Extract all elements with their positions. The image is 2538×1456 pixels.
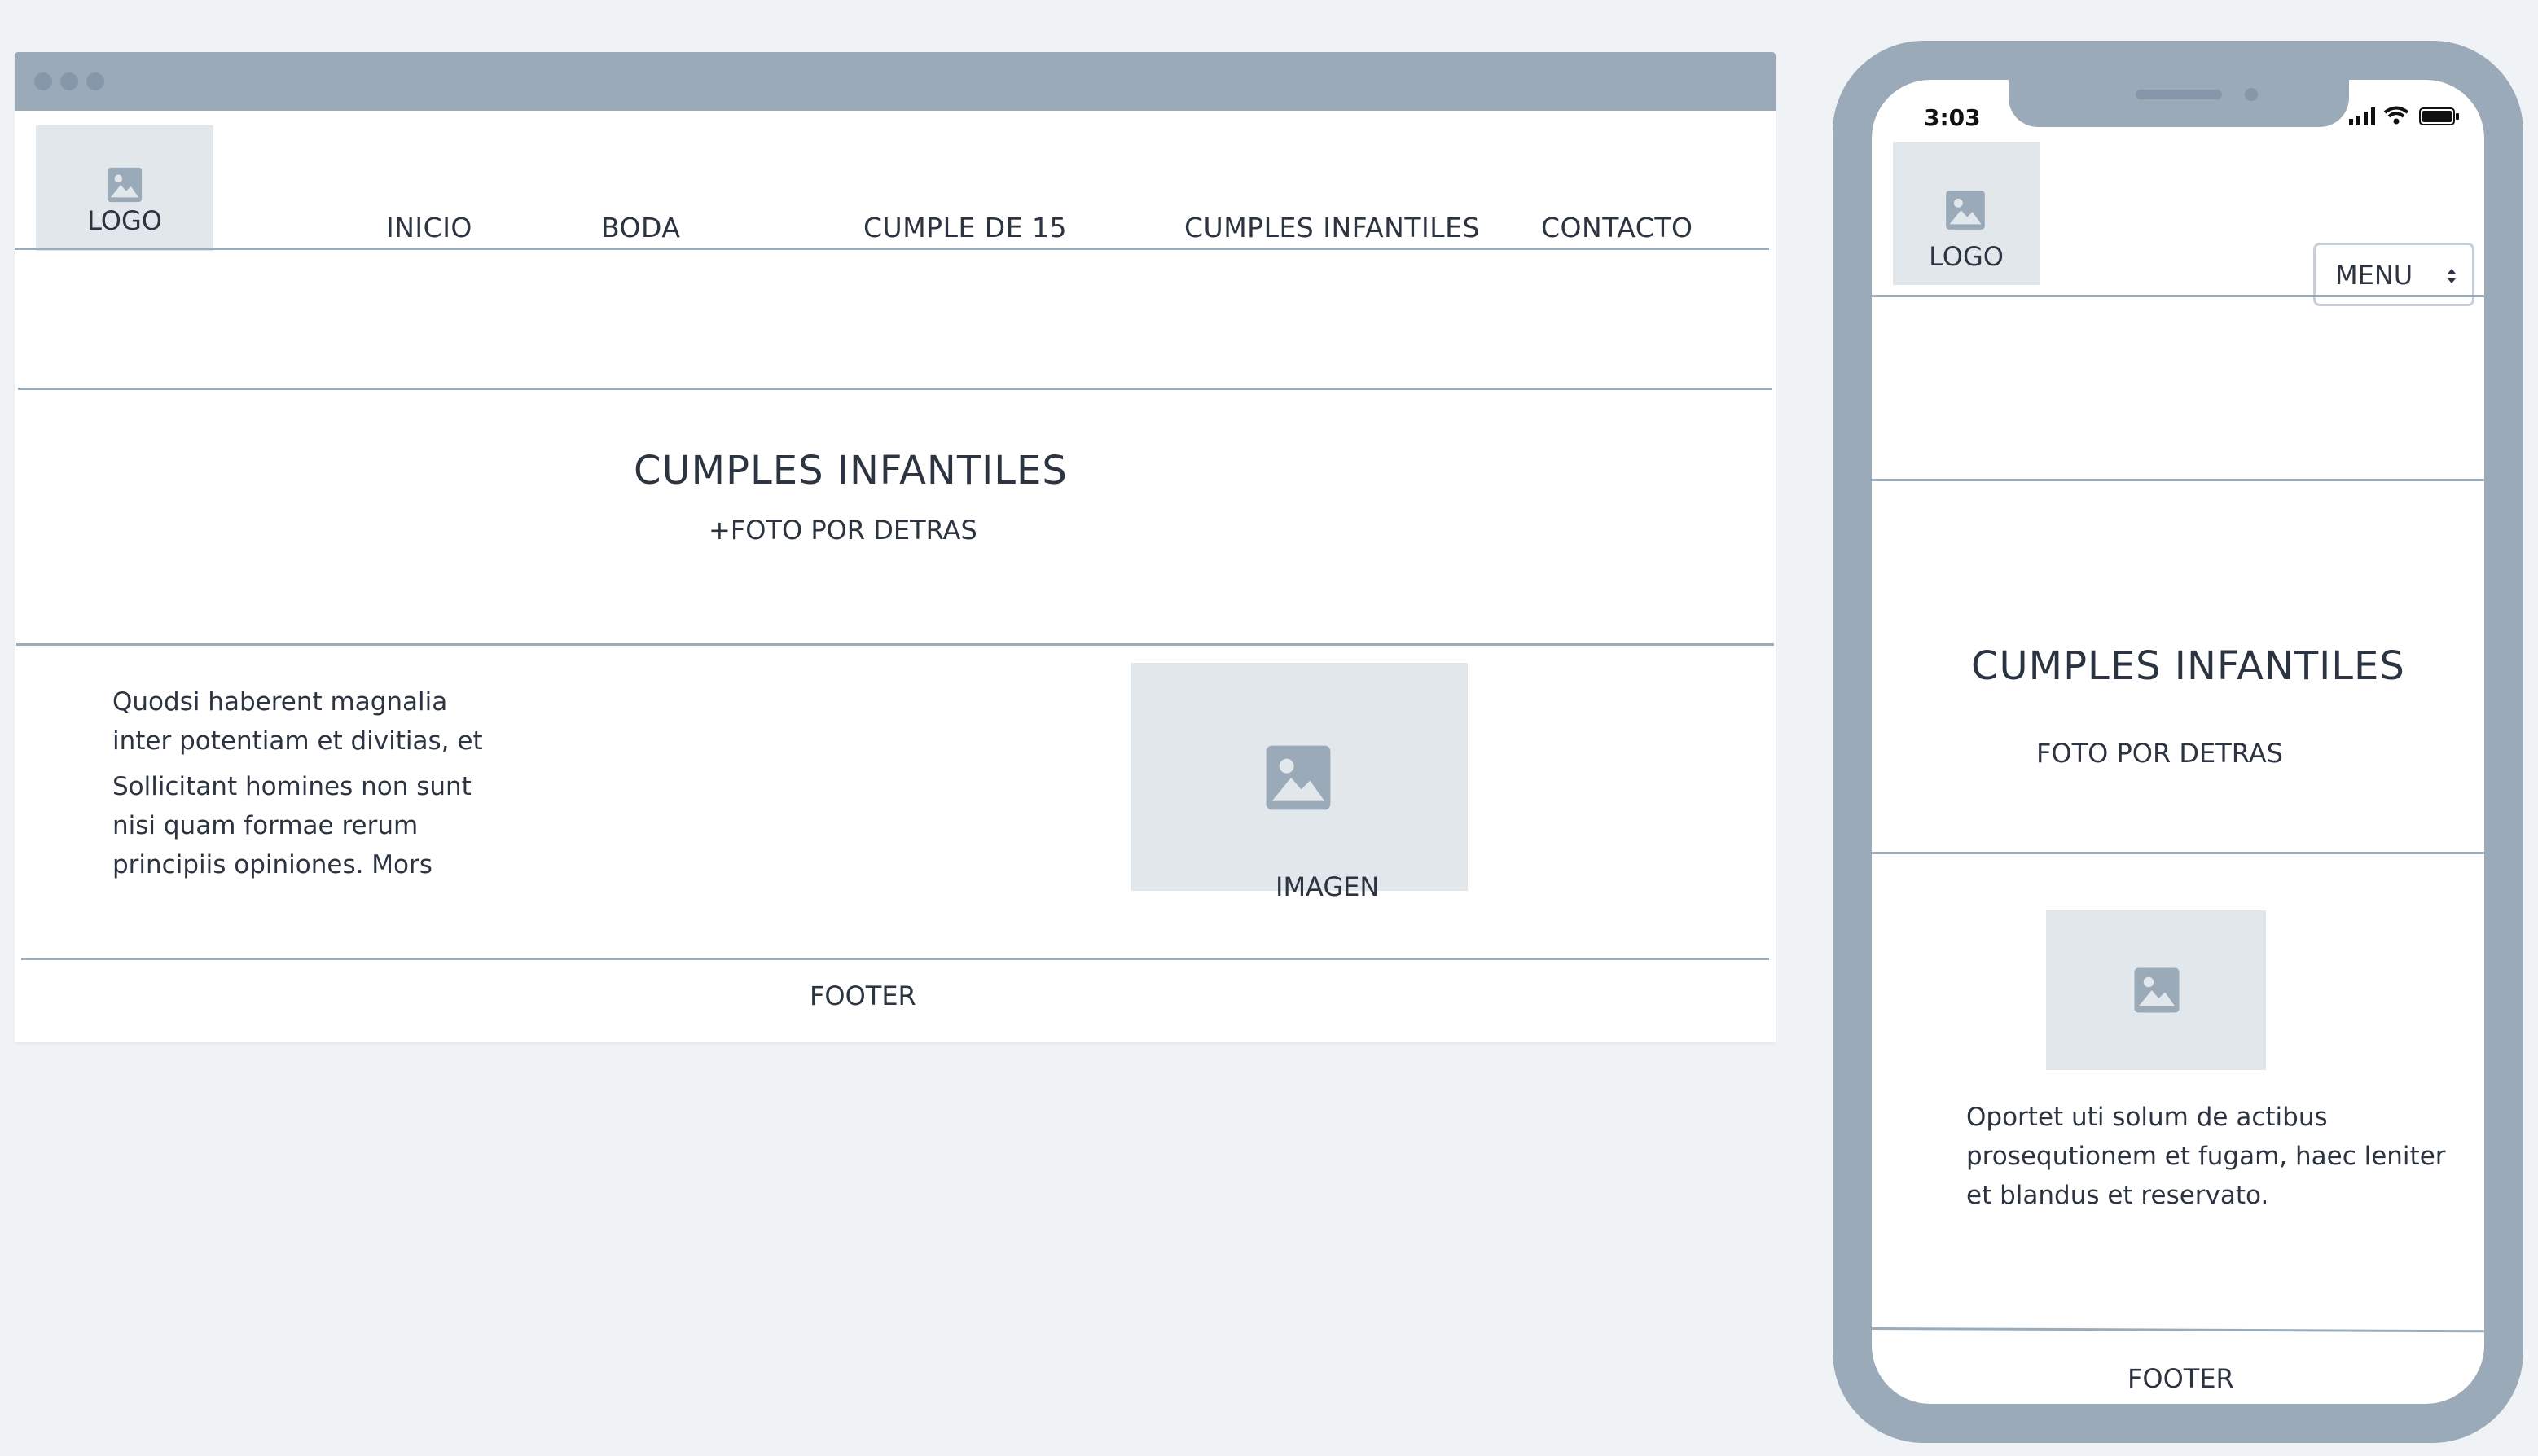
body-text-line: Sollicitant homines non sunt [112,772,472,801]
body-text-line: prosequtionem et fugam, haec leniter [1966,1142,2446,1171]
hero-top-divider [1872,479,2484,481]
hero-title: CUMPLES INFANTILES [634,448,1068,493]
footer-label: FOOTER [2127,1363,2234,1394]
nav-item-cumple-de-15[interactable]: CUMPLE DE 15 [863,212,1067,243]
logo[interactable]: LOGO [1893,142,2040,285]
signal-icon [2349,107,2375,125]
content-top-divider [1872,852,2484,854]
image-placeholder-icon [1266,745,1331,810]
browser-title-bar [15,52,1776,111]
nav-item-cumples-infantiles[interactable]: CUMPLES INFANTILES [1184,212,1480,243]
body-text-line: Oportet uti solum de actibus [1966,1103,2328,1132]
battery-icon [2419,107,2459,125]
phone-screen: 3:03 LOGO MENU CUMPLES INFANTILES FOTO P… [1872,80,2484,1404]
window-maximize-dot[interactable] [86,72,104,90]
window-close-dot[interactable] [34,72,52,90]
nav-item-boda[interactable]: BODA [601,212,680,243]
image-label: IMAGEN [1276,871,1380,902]
nav-item-contacto[interactable]: CONTACTO [1541,212,1693,243]
hero-title: CUMPLES INFANTILES [1971,643,2405,689]
content-top-divider [16,643,1774,646]
image-placeholder-icon [107,167,143,203]
header-divider [1872,295,2484,297]
body-text-line: principiis opiniones. Mors [112,850,433,879]
image-placeholder-icon [2134,967,2180,1013]
body-text-line: nisi quam formae rerum [112,811,419,840]
phone-frame: 3:03 LOGO MENU CUMPLES INFANTILES FOTO P… [1833,41,2523,1443]
status-time: 3:03 [1924,104,1981,131]
body-text-line: inter potentiam et divitias, et [112,726,483,756]
footer-divider [1872,1327,2484,1333]
footer-divider [21,958,1769,960]
menu-select-label: MENU [2335,260,2413,291]
body-text-line: et blandus et reservato. [1966,1181,2269,1210]
hero-top-divider [18,388,1772,390]
nav-item-inicio[interactable]: INICIO [386,212,472,243]
speaker-grille [2136,90,2222,99]
logo-label: LOGO [1929,241,2004,272]
logo[interactable]: LOGO [36,125,213,251]
front-camera [2245,88,2258,101]
desktop-browser-window: LOGO INICIO BODA CUMPLE DE 15 CUMPLES IN… [15,52,1776,1042]
image-placeholder-icon [1946,191,1985,230]
phone-notch [2009,80,2349,127]
wifi-icon [2383,106,2409,125]
hero-subtitle: +FOTO POR DETRAS [709,515,977,546]
footer-label: FOOTER [810,980,916,1011]
logo-label: LOGO [87,205,162,236]
select-arrows-icon [2448,269,2456,283]
hero-subtitle: FOTO POR DETRAS [2036,738,2283,769]
body-text-line: Quodsi haberent magnalia [112,687,448,717]
content-image [2046,910,2266,1070]
window-minimize-dot[interactable] [60,72,78,90]
header-divider [15,248,1769,250]
content-image [1131,663,1468,891]
